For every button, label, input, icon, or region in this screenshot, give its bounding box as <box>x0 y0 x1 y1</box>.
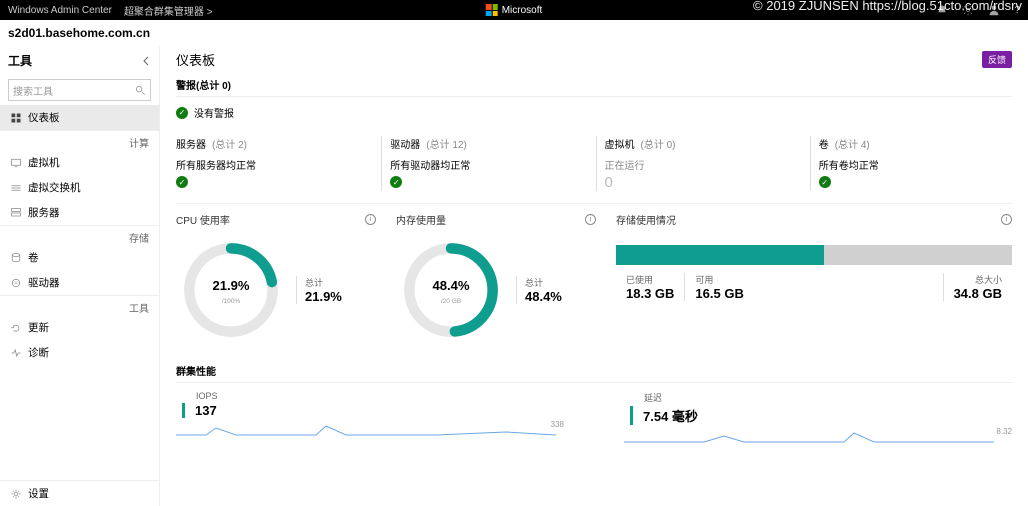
sidebar-title: 工具 <box>8 52 32 69</box>
memory-donut-chart: 48.4% /20 GB <box>396 235 506 345</box>
nav-icon <box>10 112 22 124</box>
summary-cards: 服务器(总计 2)所有服务器均正常✓驱动器(总计 12)所有驱动器均正常✓虚拟机… <box>176 130 1012 203</box>
microsoft-logo-icon <box>486 4 498 16</box>
brand: Microsoft <box>486 4 543 16</box>
check-icon: ✓ <box>819 176 831 188</box>
sidebar-item-虚拟机[interactable]: 虚拟机 <box>0 150 159 175</box>
nav-sections: 仪表板计算虚拟机虚拟交换机服务器存储卷驱动器工具更新诊断 <box>0 105 159 365</box>
nav-icon <box>10 207 22 219</box>
cpu-donut-chart: 21.9% /100% <box>176 235 286 345</box>
sidebar-item-卷[interactable]: 卷 <box>0 245 159 270</box>
nav-icon <box>10 252 22 264</box>
nav-section-label: 工具 <box>0 295 159 315</box>
info-icon[interactable]: i <box>365 214 376 225</box>
iops-sparkline <box>176 422 564 436</box>
help-icon[interactable]: ? <box>1014 5 1020 16</box>
global-topbar: Windows Admin Center 超聚合群集管理器 > Microsof… <box>0 0 1028 20</box>
search-input[interactable]: 搜索工具 <box>8 79 151 101</box>
storage-bar <box>616 245 1012 265</box>
nav-icon <box>10 322 22 334</box>
search-icon <box>135 85 146 96</box>
sidebar-item-服务器[interactable]: 服务器 <box>0 200 159 225</box>
summary-card[interactable]: 卷(总计 4)所有卷均正常✓ <box>810 136 1012 191</box>
alerts-label: 警报(总计 0) <box>176 77 1012 92</box>
check-icon: ✓ <box>176 107 188 119</box>
perf-section-label: 群集性能 <box>176 363 1012 378</box>
summary-card[interactable]: 驱动器(总计 12)所有驱动器均正常✓ <box>381 136 583 191</box>
sidebar-item-驱动器[interactable]: 驱动器 <box>0 270 159 295</box>
nav-icon <box>10 157 22 169</box>
check-icon: ✓ <box>176 176 188 188</box>
alerts-status: ✓ 没有警报 <box>176 97 1012 130</box>
nav-section-label: 存储 <box>0 225 159 245</box>
info-icon[interactable]: i <box>1001 214 1012 225</box>
sidebar: 工具 搜索工具 仪表板计算虚拟机虚拟交换机服务器存储卷驱动器工具更新诊断 设置 <box>0 46 160 506</box>
svg-text:/100%: /100% <box>222 298 241 305</box>
nav-icon <box>10 182 22 194</box>
cpu-card: CPU 使用率i 21.9% /100% 总计 21.9% <box>176 212 376 345</box>
nav-icon <box>10 347 22 359</box>
check-icon: ✓ <box>390 176 402 188</box>
sidebar-item-诊断[interactable]: 诊断 <box>0 340 159 365</box>
user-icon[interactable] <box>988 4 1000 16</box>
sidebar-item-更新[interactable]: 更新 <box>0 315 159 340</box>
latency-chart: 延迟 7.54 毫秒 8.32 <box>624 389 1012 443</box>
feedback-button[interactable]: 反馈 <box>982 51 1012 68</box>
breadcrumb-context[interactable]: 超聚合群集管理器 > <box>124 3 213 18</box>
notifications-icon[interactable] <box>936 4 948 16</box>
settings-icon[interactable] <box>962 4 974 16</box>
svg-text:/20 GB: /20 GB <box>441 298 462 305</box>
summary-card[interactable]: 服务器(总计 2)所有服务器均正常✓ <box>176 136 369 191</box>
page-title: 仪表板 <box>176 50 215 69</box>
hostname: s2d01.basehome.com.cn <box>0 20 1028 46</box>
collapse-icon[interactable] <box>141 56 151 66</box>
sidebar-item-settings[interactable]: 设置 <box>0 481 159 506</box>
dashboard-content: 仪表板 反馈 警报(总计 0) ✓ 没有警报 服务器(总计 2)所有服务器均正常… <box>160 46 1028 506</box>
nav-icon <box>10 277 22 289</box>
cpu-percent: 21.9% <box>212 278 249 293</box>
info-icon[interactable]: i <box>585 214 596 225</box>
gear-icon <box>10 488 22 500</box>
iops-chart: IOPS 137 338 <box>176 389 564 443</box>
storage-card: 存储使用情况i 已使用18.3 GB 可用16.5 GB 总大小34.8 GB <box>616 212 1012 345</box>
summary-card[interactable]: 虚拟机(总计 0)正在运行0 <box>596 136 798 191</box>
nav-section-label: 计算 <box>0 130 159 150</box>
svg-text:48.4%: 48.4% <box>432 278 469 293</box>
latency-sparkline <box>624 429 1012 443</box>
product-name[interactable]: Windows Admin Center <box>8 5 112 16</box>
sidebar-item-虚拟交换机[interactable]: 虚拟交换机 <box>0 175 159 200</box>
sidebar-item-仪表板[interactable]: 仪表板 <box>0 105 159 130</box>
memory-card: 内存使用量i 48.4% /20 GB 总计 48.4% <box>396 212 596 345</box>
